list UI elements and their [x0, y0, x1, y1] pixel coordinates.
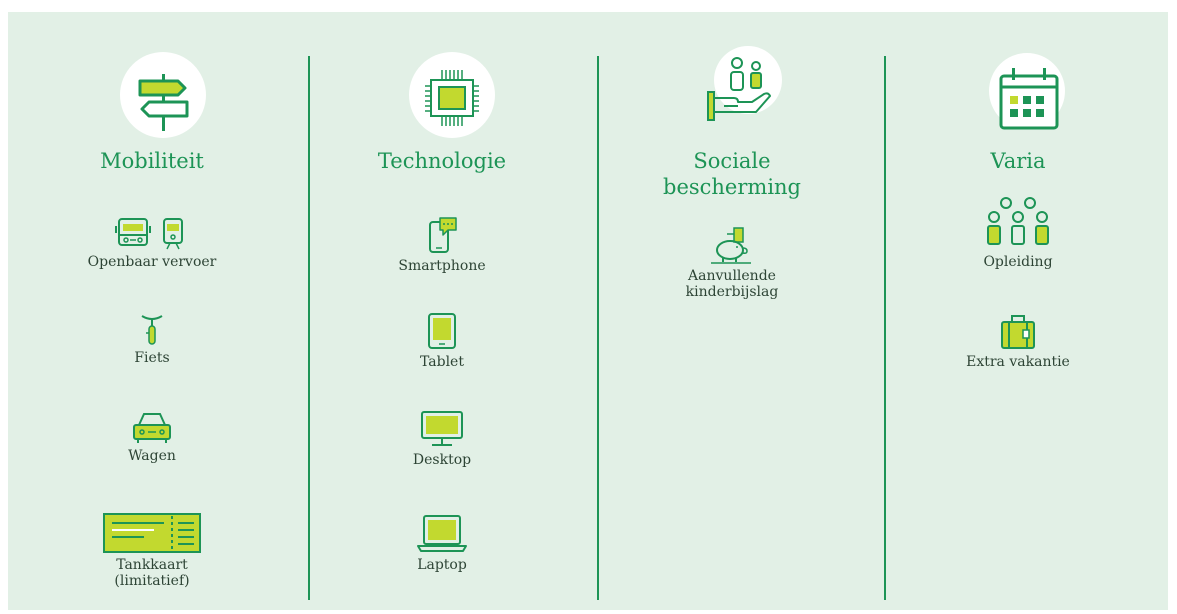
family-hand-icon	[707, 46, 782, 121]
benefit-label: Openbaar vervoer	[87, 254, 217, 270]
benefit-desktop[interactable]: Desktop	[298, 410, 586, 468]
benefit-opleiding[interactable]: Opleiding	[874, 196, 1162, 270]
piggy-bank-icon	[711, 227, 751, 264]
column-mobiliteit: Mobiliteit Openbaar vervoer Fiets Wagen …	[8, 12, 296, 610]
benefit-smartphone[interactable]: Smartphone	[298, 216, 586, 274]
laptop-icon	[417, 515, 467, 552]
suitcase-icon	[1001, 315, 1035, 349]
benefit-fiets[interactable]: Fiets	[8, 312, 296, 366]
column-title: Technologie	[377, 149, 507, 173]
bus-train-icon	[115, 218, 183, 250]
fuel-card-icon	[103, 513, 201, 553]
benefit-label: Laptop	[417, 557, 467, 573]
benefit-label: Aanvullende kinderbijslag	[685, 268, 779, 300]
column-title: Varia	[990, 149, 1046, 173]
bicycle-icon	[141, 315, 163, 345]
benefit-label: Tablet	[420, 354, 464, 370]
group-icon	[987, 197, 1049, 245]
column-title: Sociale bescherming	[663, 149, 801, 199]
benefit-tankkaart[interactable]: Tankkaart (limitatief)	[8, 512, 296, 589]
benefit-kinderbijslag[interactable]: Aanvullende kinderbijslag	[588, 226, 876, 300]
benefit-label: Tankkaart (limitatief)	[114, 557, 190, 589]
benefit-label: Wagen	[128, 448, 176, 464]
signpost-icon	[120, 52, 206, 138]
column-title: Mobiliteit	[100, 149, 204, 173]
benefit-label: Desktop	[412, 452, 472, 468]
benefit-label: Opleiding	[983, 254, 1053, 270]
column-sociale-bescherming: Sociale bescherming Aanvullende kinderbi…	[588, 12, 876, 610]
benefit-wagen[interactable]: Wagen	[8, 410, 296, 464]
car-icon	[133, 413, 171, 443]
desktop-icon	[421, 411, 463, 446]
smartphone-icon	[429, 217, 457, 253]
chip-icon	[409, 52, 495, 138]
benefit-extra-vakantie[interactable]: Extra vakantie	[874, 312, 1162, 370]
column-varia: Varia Opleiding Extra vakantie	[874, 12, 1162, 610]
benefit-openbaar-vervoer[interactable]: Openbaar vervoer	[8, 216, 296, 270]
benefits-panel: Mobiliteit Openbaar vervoer Fiets Wagen …	[8, 12, 1168, 610]
benefit-label: Fiets	[134, 350, 170, 366]
column-technologie: Technologie Smartphone Tablet Desktop La…	[298, 12, 586, 610]
benefit-tablet[interactable]: Tablet	[298, 312, 586, 370]
tablet-icon	[428, 313, 456, 349]
calendar-icon	[989, 53, 1065, 130]
benefit-label: Extra vakantie	[966, 354, 1070, 370]
benefit-label: Smartphone	[398, 258, 486, 274]
benefit-laptop[interactable]: Laptop	[298, 512, 586, 573]
